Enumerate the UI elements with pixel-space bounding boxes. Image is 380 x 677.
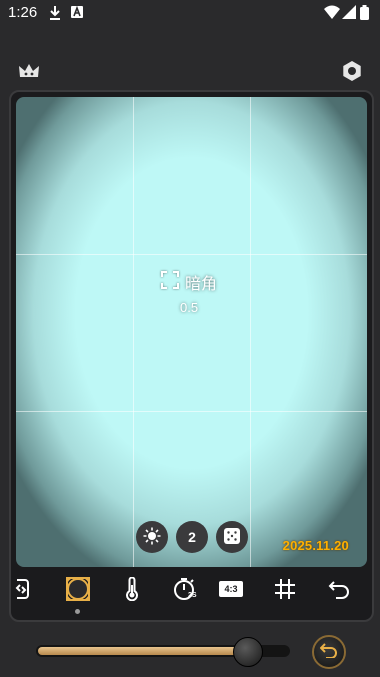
count-label: 2 [188,529,196,545]
wifi-icon [324,5,340,24]
timer-icon[interactable]: 2S [170,574,200,604]
count-button[interactable]: 2 [176,521,208,553]
reset-button[interactable] [312,635,346,669]
download-icon [48,5,62,26]
random-button[interactable] [216,521,248,553]
status-time: 1:26 [8,4,38,21]
date-stamp: 2025.11.20 [282,538,349,553]
effect-label: 暗角 [161,270,217,294]
flip-camera-icon[interactable] [6,574,36,604]
grid-line [16,254,367,255]
battery-icon [360,5,369,25]
camera-frame: 暗角 0.5 2 2025.11.20 2S 4:3 [9,90,374,622]
focus-frame-icon [161,270,179,294]
aspect-ratio-label: 4:3 [224,584,238,594]
effect-value: 0.5 [180,300,199,315]
crown-icon[interactable] [16,58,42,84]
top-bar [0,58,380,86]
grid-line [133,97,134,567]
grid-line [16,411,367,412]
brightness-icon [143,527,161,548]
aspect-ratio-icon[interactable]: 4:3 [216,574,246,604]
intensity-slider[interactable] [36,637,290,667]
cell-signal-icon [342,5,356,24]
return-icon [319,642,338,663]
timer-sub-label: 2S [188,592,197,599]
viewfinder[interactable]: 暗角 0.5 2 2025.11.20 [16,97,367,567]
active-tool-indicator [75,609,80,614]
exposure-button[interactable] [136,521,168,553]
effect-name: 暗角 [185,276,218,293]
dice-icon [224,527,240,547]
undo-icon[interactable] [324,574,354,604]
grid-icon[interactable] [270,574,300,604]
toolbar: 2S 4:3 [11,572,372,614]
status-bar: 1:26 [0,0,380,26]
grid-line [250,97,251,567]
temperature-icon[interactable] [117,574,147,604]
settings-icon[interactable] [339,58,365,84]
slider-fill [38,647,247,655]
vignette-icon[interactable] [63,574,93,604]
font-a-icon [70,5,84,24]
slider-thumb[interactable] [233,637,263,667]
